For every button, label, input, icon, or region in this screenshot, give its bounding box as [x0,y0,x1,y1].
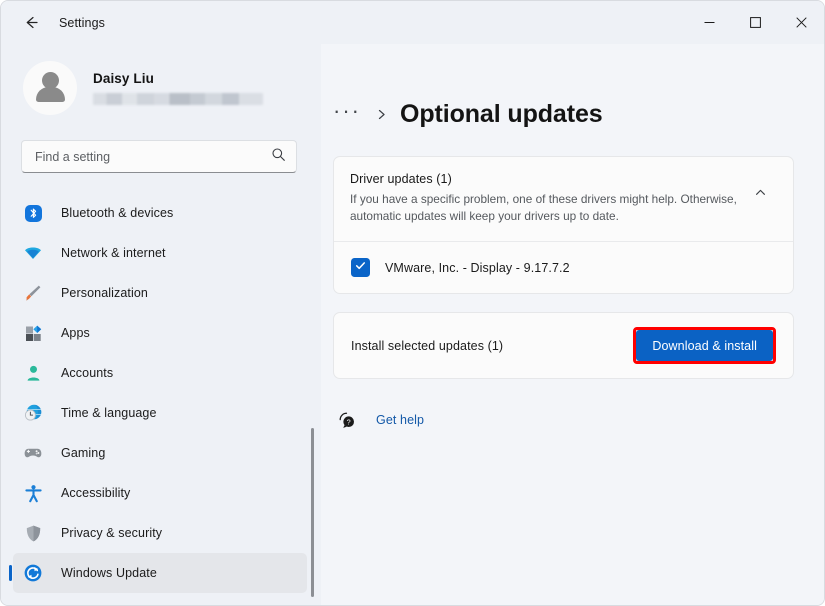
apps-icon [23,323,43,343]
driver-update-row[interactable]: VMware, Inc. - Display - 9.17.7.2 [334,242,793,293]
driver-updates-description: If you have a specific problem, one of t… [350,192,737,223]
sidebar-item-gaming[interactable]: Gaming [13,433,307,473]
download-install-highlight: Download & install [633,327,776,364]
close-button[interactable] [778,1,824,44]
search-section [1,118,321,173]
install-updates-card: Install selected updates (1) Download & … [333,312,794,379]
window-controls [686,1,824,44]
accessibility-icon [23,483,43,503]
close-icon [795,17,807,28]
chevron-up-icon[interactable] [745,186,775,199]
main-content: ··· Optional updates Driver updates (1) … [321,44,824,605]
breadcrumb-overflow-button[interactable]: ··· [333,99,361,126]
paintbrush-icon [23,283,43,303]
sidebar-item-apps[interactable]: Apps [13,313,307,353]
sidebar-item-label: Windows Update [61,566,157,580]
driver-update-checkbox[interactable] [351,258,370,277]
get-help-row[interactable]: ? Get help [336,409,794,431]
page-title: Optional updates [399,100,603,128]
sidebar-item-network-internet[interactable]: Network & internet [13,233,307,273]
sidebar-nav: Bluetooth & devices Network & internet P… [1,193,321,605]
chevron-right-icon [375,108,388,121]
sidebar-item-bluetooth-devices[interactable]: Bluetooth & devices [13,193,307,233]
settings-window: Settings Daisy Liu Find a setting Blueto… [0,0,825,606]
gamepad-icon [23,443,43,463]
driver-update-label: VMware, Inc. - Display - 9.17.7.2 [385,260,570,275]
driver-updates-title: Driver updates (1) [350,172,452,186]
sidebar-scrollbar[interactable] [311,428,314,597]
bluetooth-icon [23,203,43,223]
search-box[interactable] [21,140,297,173]
minimize-icon [704,17,715,28]
sidebar-item-label: Accounts [61,366,114,380]
sidebar-item-label: Gaming [61,446,106,460]
install-selected-label: Install selected updates (1) [351,338,504,353]
sidebar-item-label: Privacy & security [61,526,163,540]
sidebar-item-label: Personalization [61,286,148,300]
search-input[interactable] [35,149,271,164]
driver-updates-card: Driver updates (1) If you have a specifi… [333,156,794,294]
sidebar-item-label: Apps [61,326,90,340]
sidebar-item-time-language[interactable]: Time & language [13,393,307,433]
app-title: Settings [59,15,105,30]
shield-icon [23,523,43,543]
profile-email-redacted [93,93,263,105]
profile-name: Daisy Liu [93,71,154,86]
search-icon [271,147,286,167]
sidebar-item-windows-update[interactable]: Windows Update [9,553,307,593]
sidebar-item-label: Accessibility [61,486,131,500]
sidebar-item-label: Network & internet [61,246,166,260]
windows-update-icon [23,563,43,583]
minimize-button[interactable] [686,1,732,44]
sidebar-item-accessibility[interactable]: Accessibility [13,473,307,513]
help-question-icon: ? [336,409,358,431]
sidebar-item-privacy-security[interactable]: Privacy & security [13,513,307,553]
back-button[interactable] [14,6,48,40]
sidebar-item-label: Bluetooth & devices [61,206,174,220]
sidebar-item-personalization[interactable]: Personalization [13,273,307,313]
back-arrow-icon [23,14,40,31]
avatar [23,61,77,115]
selection-indicator [9,565,12,581]
sidebar: Daisy Liu Find a setting Bluetooth & dev… [1,44,321,605]
title-bar: Settings [1,1,824,44]
window-body: Daisy Liu Find a setting Bluetooth & dev… [1,44,824,605]
download-install-button[interactable]: Download & install [636,330,773,361]
get-help-link[interactable]: Get help [376,413,424,427]
wifi-icon [23,243,43,263]
maximize-icon [749,17,761,28]
sidebar-item-accounts[interactable]: Accounts [13,353,307,393]
clock-globe-icon [23,403,43,423]
sidebar-item-label: Time & language [61,406,157,420]
profile-section[interactable]: Daisy Liu [1,44,321,118]
account-icon [23,363,43,383]
breadcrumb: ··· Optional updates [333,99,794,129]
checkmark-icon [354,259,367,277]
maximize-button[interactable] [732,1,778,44]
driver-updates-header[interactable]: Driver updates (1) If you have a specifi… [334,157,793,241]
svg-text:?: ? [346,417,350,426]
